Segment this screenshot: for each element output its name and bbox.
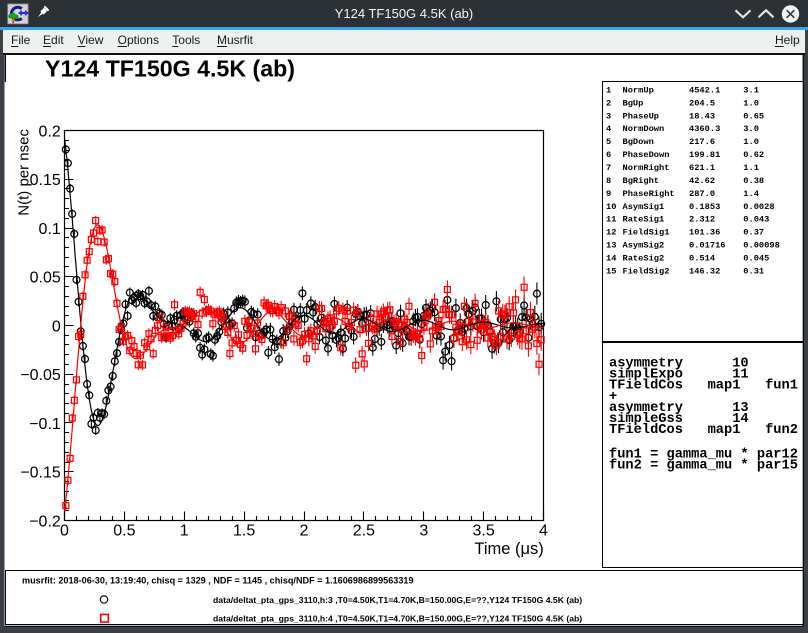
svg-text:287.0: 287.0 — [689, 189, 715, 199]
svg-text:0.1853: 0.1853 — [689, 202, 720, 212]
svg-text:FieldSig1: FieldSig1 — [623, 228, 670, 238]
svg-text:2.5: 2.5 — [353, 523, 375, 540]
svg-text:RateSig2: RateSig2 — [623, 254, 665, 264]
svg-text:3.0: 3.0 — [743, 124, 759, 134]
svg-text:0.05: 0.05 — [30, 270, 61, 287]
svg-text:AsymSig2: AsymSig2 — [623, 241, 665, 251]
svg-text:0.0028: 0.0028 — [743, 202, 774, 212]
svg-text:3: 3 — [419, 523, 428, 540]
svg-text:3.1: 3.1 — [743, 85, 759, 95]
svg-text:10: 10 — [606, 202, 616, 212]
svg-text:0.00098: 0.00098 — [743, 241, 780, 251]
svg-text:FieldSig2: FieldSig2 — [623, 266, 670, 276]
svg-text:7: 7 — [606, 163, 611, 173]
svg-text:0.15: 0.15 — [30, 172, 61, 189]
svg-text:musrfit: 2018-06-30, 13:19:40,: musrfit: 2018-06-30, 13:19:40, chisq = 1… — [22, 576, 414, 586]
svg-text:4360.3: 4360.3 — [689, 124, 720, 134]
svg-text:−0.2: −0.2 — [29, 513, 61, 530]
svg-text:4: 4 — [539, 523, 548, 540]
svg-text:PhaseDown: PhaseDown — [623, 150, 670, 160]
svg-text:217.6: 217.6 — [689, 137, 715, 147]
svg-text:18.43: 18.43 — [689, 111, 715, 121]
svg-text:−0.1: −0.1 — [29, 416, 61, 433]
svg-text:0.043: 0.043 — [743, 215, 769, 225]
svg-text:−0.15: −0.15 — [20, 465, 61, 482]
svg-text:0.38: 0.38 — [743, 176, 764, 186]
svg-text:BgDown: BgDown — [623, 137, 654, 147]
svg-text:2: 2 — [300, 523, 309, 540]
svg-text:0.045: 0.045 — [743, 254, 769, 264]
svg-text:0.1: 0.1 — [39, 221, 61, 238]
svg-text:5: 5 — [606, 137, 611, 147]
svg-text:9: 9 — [606, 189, 611, 199]
svg-text:data/deltat_pta_gps_3110,h:3 ,: data/deltat_pta_gps_3110,h:3 ,T0=4.50K,T… — [213, 595, 582, 605]
svg-text:PhaseUp: PhaseUp — [623, 111, 660, 121]
svg-text:3: 3 — [606, 111, 611, 121]
svg-text:101.36: 101.36 — [689, 228, 720, 238]
svg-text:42.62: 42.62 — [689, 176, 715, 186]
svg-text:0: 0 — [60, 523, 69, 540]
svg-text:8: 8 — [606, 176, 611, 186]
svg-text:−0.05: −0.05 — [20, 367, 61, 384]
svg-text:TFieldCos map1 fun2: TFieldCos map1 fun2 — [609, 423, 798, 438]
svg-text:1: 1 — [606, 85, 611, 95]
svg-text:1.0: 1.0 — [743, 137, 759, 147]
svg-text:0.37: 0.37 — [743, 228, 764, 238]
svg-text:0.01716: 0.01716 — [689, 241, 726, 251]
svg-text:11: 11 — [606, 215, 616, 225]
svg-text:1.0: 1.0 — [743, 98, 759, 108]
svg-text:15: 15 — [606, 266, 616, 276]
svg-text:fun2 = gamma_mu * par15: fun2 = gamma_mu * par15 — [609, 459, 798, 474]
svg-text:1.5: 1.5 — [233, 523, 255, 540]
svg-text:NormRight: NormRight — [623, 163, 670, 173]
svg-text:621.1: 621.1 — [689, 163, 715, 173]
svg-text:BgRight: BgRight — [623, 176, 660, 186]
svg-text:NormDown: NormDown — [623, 124, 665, 134]
svg-text:1.4: 1.4 — [743, 189, 759, 199]
svg-text:RateSig1: RateSig1 — [623, 215, 665, 225]
svg-text:0.62: 0.62 — [743, 150, 764, 160]
svg-text:Y124 TF150G 4.5K (ab): Y124 TF150G 4.5K (ab) — [45, 56, 295, 82]
svg-text:AsymSig1: AsymSig1 — [623, 202, 665, 212]
svg-text:1: 1 — [180, 523, 189, 540]
svg-text:data/deltat_pta_gps_3110,h:4 ,: data/deltat_pta_gps_3110,h:4 ,T0=4.50K,T… — [213, 613, 582, 623]
svg-text:204.5: 204.5 — [689, 98, 715, 108]
svg-text:4542.1: 4542.1 — [689, 85, 720, 95]
svg-text:0.514: 0.514 — [689, 254, 715, 264]
svg-text:BgUp: BgUp — [623, 98, 644, 108]
svg-text:2.312: 2.312 — [689, 215, 715, 225]
svg-text:13: 13 — [606, 241, 616, 251]
svg-text:NormUp: NormUp — [623, 85, 654, 95]
svg-text:4: 4 — [606, 124, 611, 134]
svg-text:0: 0 — [52, 318, 61, 335]
svg-text:TFieldCos map1 fun1: TFieldCos map1 fun1 — [609, 379, 798, 394]
svg-text:0.65: 0.65 — [743, 111, 764, 121]
svg-text:PhaseRight: PhaseRight — [623, 189, 675, 199]
svg-text:3.5: 3.5 — [472, 523, 494, 540]
svg-text:6: 6 — [606, 150, 611, 160]
svg-text:0.31: 0.31 — [743, 266, 764, 276]
svg-text:12: 12 — [606, 228, 616, 238]
svg-text:1.1: 1.1 — [743, 163, 759, 173]
svg-text:146.32: 146.32 — [689, 266, 720, 276]
svg-text:0.5: 0.5 — [113, 523, 135, 540]
svg-text:199.81: 199.81 — [689, 150, 720, 160]
svg-text:N(t) per nsec: N(t) per nsec — [16, 129, 33, 216]
svg-text:Time (μs): Time (μs) — [474, 540, 543, 558]
svg-text:0.2: 0.2 — [39, 123, 61, 140]
svg-text:14: 14 — [606, 254, 616, 264]
svg-text:2: 2 — [606, 98, 611, 108]
